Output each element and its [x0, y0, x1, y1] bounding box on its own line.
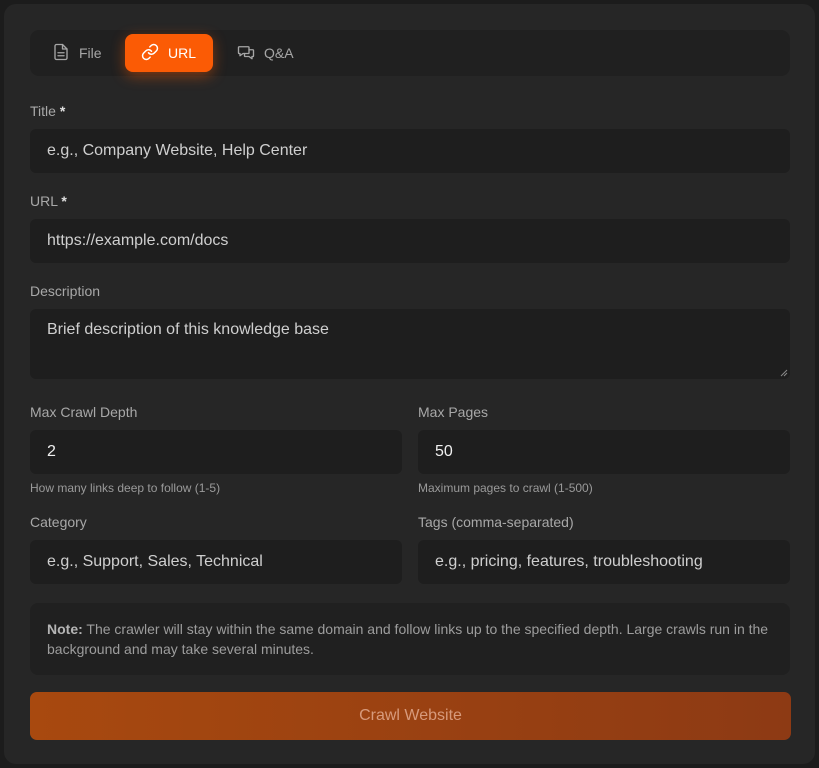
category-input[interactable]: e.g., Support, Sales, Technical	[30, 540, 402, 584]
tab-qa-label: Q&A	[264, 45, 294, 61]
max-crawl-depth-value: 2	[47, 443, 56, 460]
crawl-website-button-label: Crawl Website	[359, 707, 462, 724]
title-label-text: Title	[30, 103, 56, 119]
note-text: The crawler will stay within the same do…	[47, 621, 769, 657]
required-mark: *	[59, 103, 66, 119]
max-pages-hint: Maximum pages to crawl (1-500)	[418, 481, 593, 495]
max-pages-label: Max Pages	[418, 404, 489, 420]
max-crawl-depth-hint: How many links deep to follow (1-5)	[30, 481, 221, 495]
description-textarea[interactable]: Brief description of this knowledge base	[30, 309, 790, 379]
resize-handle-icon[interactable]	[780, 369, 788, 377]
tab-url[interactable]: URL	[125, 34, 213, 72]
category-label: Category	[30, 514, 87, 530]
category-placeholder: e.g., Support, Sales, Technical	[47, 553, 263, 570]
crawl-website-button[interactable]: Crawl Website	[30, 692, 791, 740]
max-pages-input[interactable]: 50	[418, 430, 790, 474]
crawler-note: Note: The crawler will stay within the s…	[30, 603, 790, 675]
note-label: Note:	[47, 621, 83, 637]
file-icon	[52, 43, 70, 64]
title-label: Title *	[30, 103, 65, 119]
title-placeholder: e.g., Company Website, Help Center	[47, 142, 308, 159]
max-crawl-depth-label: Max Crawl Depth	[30, 404, 138, 420]
tags-input[interactable]: e.g., pricing, features, troubleshooting	[418, 540, 790, 584]
source-type-tabs: File URL Q&A	[30, 30, 790, 76]
link-icon	[141, 43, 159, 64]
title-input[interactable]: e.g., Company Website, Help Center	[30, 129, 790, 173]
max-crawl-depth-input[interactable]: 2	[30, 430, 402, 474]
tags-placeholder: e.g., pricing, features, troubleshooting	[435, 553, 703, 570]
crawl-form-panel: File URL Q&A Title * e.g., Company Websi…	[4, 4, 815, 764]
url-label-text: URL	[30, 193, 58, 209]
url-placeholder: https://example.com/docs	[47, 232, 229, 249]
tab-url-label: URL	[168, 45, 197, 61]
max-pages-value: 50	[435, 443, 453, 460]
url-input[interactable]: https://example.com/docs	[30, 219, 790, 263]
description-placeholder: Brief description of this knowledge base	[47, 321, 329, 338]
url-label: URL *	[30, 193, 67, 209]
required-mark: *	[61, 193, 67, 209]
description-label: Description	[30, 283, 101, 299]
tab-qa[interactable]: Q&A	[221, 34, 310, 72]
tab-file-label: File	[79, 45, 102, 61]
tags-label: Tags (comma-separated)	[418, 514, 574, 530]
tab-file[interactable]: File	[36, 34, 118, 72]
chat-bubbles-icon	[237, 43, 255, 64]
